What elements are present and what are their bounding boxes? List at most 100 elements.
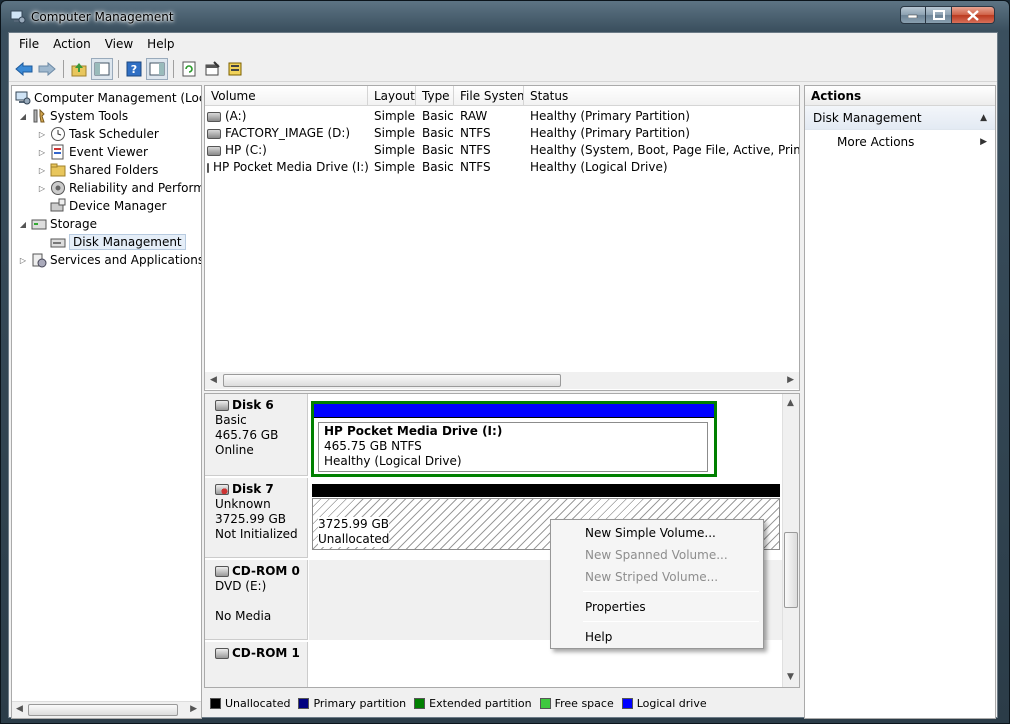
- tree-horizontal-scrollbar[interactable]: ◀ ▶: [12, 701, 201, 718]
- section-label: Disk Management: [813, 111, 922, 125]
- legend-item: Primary partition: [298, 697, 406, 710]
- drive-icon: [207, 111, 221, 122]
- menu-item-properties[interactable]: Properties: [553, 596, 761, 618]
- menu-file[interactable]: File: [9, 34, 46, 54]
- disk-size: 465.76 GB: [215, 428, 279, 442]
- menu-bar: File Action View Help: [9, 33, 997, 55]
- column-header-layout[interactable]: Layout: [368, 86, 416, 106]
- maximize-button[interactable]: [926, 6, 952, 24]
- close-button[interactable]: [952, 6, 995, 24]
- actions-section-disk-management[interactable]: Disk Management ▲: [805, 106, 995, 130]
- expand-arrow-icon[interactable]: ▷: [37, 184, 47, 193]
- disk-type: Unknown: [215, 497, 271, 511]
- show-hide-tree-icon: [94, 62, 110, 75]
- show-hide-action-pane-button[interactable]: [146, 57, 168, 80]
- minimize-button[interactable]: [900, 6, 926, 24]
- minimize-icon: [908, 14, 918, 18]
- scroll-thumb[interactable]: [784, 532, 798, 608]
- disk-state: Not Initialized: [215, 527, 298, 541]
- console-tree: Computer Management (Local ◢ System Tool…: [11, 85, 202, 719]
- tree-item-task-scheduler[interactable]: ▷ Task Scheduler: [37, 125, 159, 143]
- forward-button[interactable]: [36, 58, 58, 80]
- collapse-arrow-icon[interactable]: ◢: [18, 112, 28, 121]
- column-header-file-system[interactable]: File System: [454, 86, 524, 106]
- menu-item-help[interactable]: Help: [553, 626, 761, 648]
- logical-drive-bar: [314, 404, 714, 418]
- back-arrow-icon: [15, 61, 33, 76]
- expand-arrow-icon[interactable]: ▷: [37, 166, 47, 175]
- expand-arrow-icon[interactable]: ▷: [37, 130, 47, 139]
- menu-help[interactable]: Help: [140, 34, 181, 54]
- graph-vertical-scrollbar[interactable]: ▲ ▼: [782, 394, 799, 687]
- menu-item-new-spanned-volume[interactable]: New Spanned Volume...: [553, 544, 761, 566]
- maximize-icon: [932, 10, 945, 20]
- tree-item-services-applications[interactable]: ▷ Services and Applications: [18, 251, 201, 269]
- volume-layout: Simple: [374, 143, 415, 157]
- volume-status: Healthy (Primary Partition): [530, 126, 690, 140]
- properties-button[interactable]: [201, 58, 223, 80]
- export-list-button[interactable]: [224, 58, 246, 80]
- expand-arrow-icon[interactable]: ▷: [18, 256, 28, 265]
- scroll-right-arrow-icon[interactable]: ▶: [190, 704, 197, 714]
- clock-icon: [51, 127, 65, 141]
- table-row[interactable]: HP (C:) Simple Basic NTFS Healthy (Syste…: [205, 142, 799, 159]
- menu-item-new-striped-volume[interactable]: New Striped Volume...: [553, 566, 761, 588]
- title-bar[interactable]: Computer Management: [1, 1, 1009, 31]
- menu-item-new-simple-volume[interactable]: New Simple Volume...: [553, 522, 761, 544]
- menu-action[interactable]: Action: [46, 34, 98, 54]
- legend-swatch: [210, 697, 221, 709]
- tree-item-event-viewer[interactable]: ▷ Event Viewer: [37, 143, 148, 161]
- volume-name: HP Pocket Media Drive (I:): [213, 160, 368, 174]
- list-horizontal-scrollbar[interactable]: ◀ ▶: [205, 372, 799, 389]
- cdrom-0-label[interactable]: CD-ROM 0 DVD (E:) No Media: [205, 560, 308, 640]
- disk-size: 3725.99 GB: [215, 512, 286, 526]
- expand-arrow-icon[interactable]: ▷: [37, 148, 47, 157]
- collapse-triangle-icon[interactable]: ▲: [980, 106, 987, 130]
- tree-item-storage[interactable]: ◢ Storage: [18, 215, 97, 233]
- partition-pocket-media[interactable]: HP Pocket Media Drive (I:) 465.75 GB NTF…: [318, 422, 708, 472]
- more-actions-item[interactable]: More Actions ▶: [805, 130, 995, 154]
- scroll-left-arrow-icon[interactable]: ◀: [210, 375, 217, 385]
- scroll-thumb[interactable]: [223, 374, 561, 387]
- up-folder-icon: [71, 62, 87, 76]
- back-button[interactable]: [13, 58, 35, 80]
- disk-name: CD-ROM 0: [232, 564, 300, 578]
- tree-label: Device Manager: [69, 199, 167, 213]
- legend-label: Extended partition: [429, 696, 532, 710]
- collapse-arrow-icon[interactable]: ◢: [18, 220, 28, 229]
- services-icon: [32, 253, 47, 268]
- show-hide-console-tree-button[interactable]: [91, 57, 113, 80]
- disk-7-label[interactable]: Disk 7 Unknown 3725.99 GB Not Initialize…: [205, 478, 308, 558]
- disk-6-area: HP Pocket Media Drive (I:) 465.75 GB NTF…: [309, 394, 783, 477]
- tree-item-computer-management[interactable]: Computer Management (Local: [15, 89, 201, 107]
- tree-item-shared-folders[interactable]: ▷ Shared Folders: [37, 161, 158, 179]
- scroll-thumb[interactable]: [28, 704, 178, 716]
- tree-item-reliability[interactable]: ▷ Reliability and Performa: [37, 179, 201, 197]
- extended-partition[interactable]: HP Pocket Media Drive (I:) 465.75 GB NTF…: [311, 401, 717, 477]
- scroll-left-arrow-icon[interactable]: ◀: [16, 704, 23, 714]
- tree-item-disk-management[interactable]: Disk Management: [50, 233, 186, 251]
- help-button[interactable]: ?: [123, 58, 145, 80]
- cdrom-1-label[interactable]: CD-ROM 1: [205, 642, 308, 687]
- table-row[interactable]: HP Pocket Media Drive (I:) Simple Basic …: [205, 159, 799, 176]
- submenu-arrow-icon: ▶: [980, 137, 987, 147]
- disk-6-label[interactable]: Disk 6 Basic 465.76 GB Online: [205, 394, 308, 476]
- column-header-status[interactable]: Status: [524, 86, 799, 106]
- scroll-right-arrow-icon[interactable]: ▶: [787, 375, 794, 385]
- menu-separator: [583, 621, 759, 622]
- table-row[interactable]: FACTORY_IMAGE (D:) Simple Basic NTFS Hea…: [205, 125, 799, 142]
- tree-item-device-manager[interactable]: Device Manager: [50, 197, 166, 215]
- scroll-down-arrow-icon[interactable]: ▼: [787, 672, 794, 682]
- volume-file-system: NTFS: [460, 143, 491, 157]
- column-header-type[interactable]: Type: [416, 86, 454, 106]
- refresh-button[interactable]: [178, 58, 200, 80]
- menu-view[interactable]: View: [98, 34, 140, 54]
- scroll-up-arrow-icon[interactable]: ▲: [787, 398, 794, 408]
- volume-status: Healthy (Logical Drive): [530, 160, 668, 174]
- context-menu: New Simple Volume... New Spanned Volume.…: [550, 519, 764, 649]
- column-header-volume[interactable]: Volume: [205, 86, 368, 106]
- up-one-level-button[interactable]: [68, 58, 90, 80]
- tree-item-system-tools[interactable]: ◢ System Tools: [18, 107, 128, 125]
- table-row[interactable]: (A:) Simple Basic RAW Healthy (Primary P…: [205, 108, 799, 125]
- toolbar: ?: [9, 56, 997, 82]
